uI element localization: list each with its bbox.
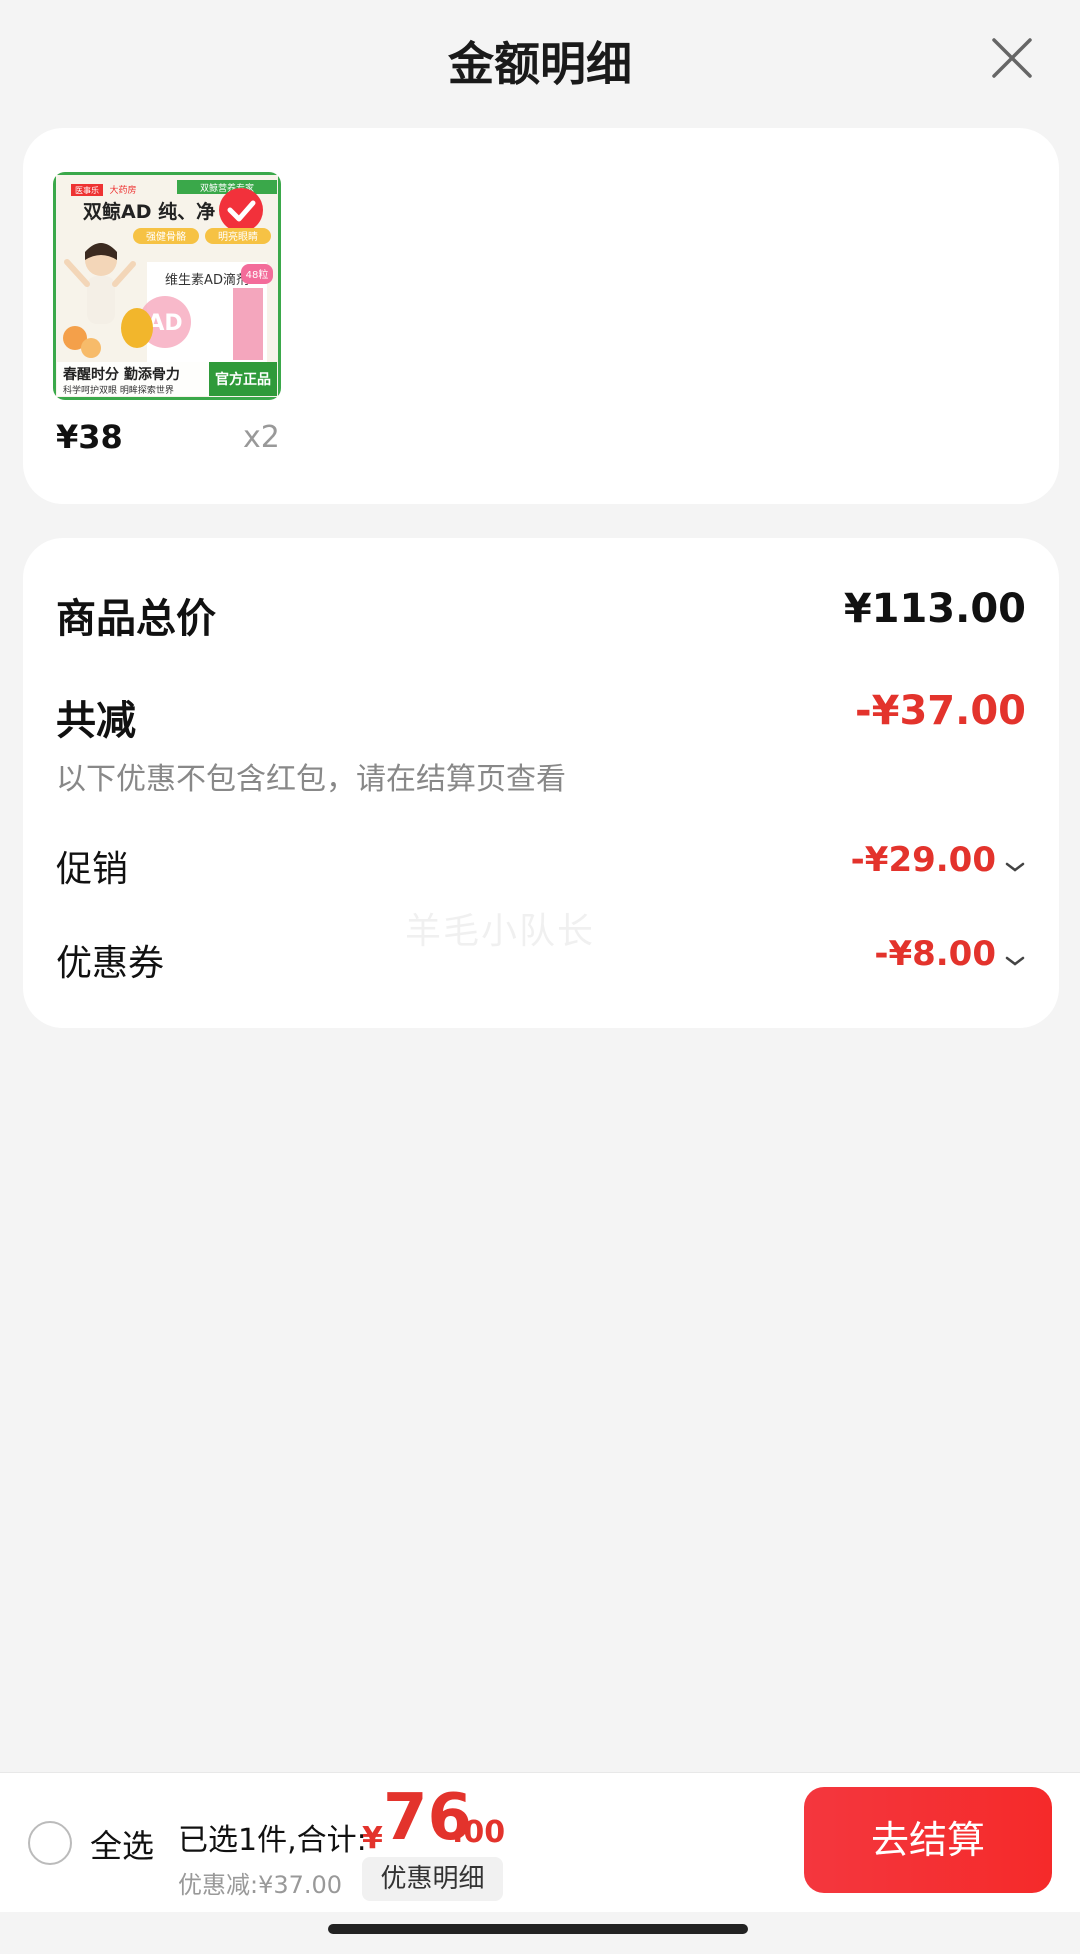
total-price-label: 商品总价 [56,596,216,642]
header: 金额明细 [0,0,1080,120]
checkout-button[interactable]: 去结算 [804,1787,1052,1893]
price-summary-card: 商品总价 ¥113.00 共减 -¥37.00 以下优惠不包含红包，请在结算页查… [23,538,1059,1028]
svg-text:强健骨骼: 强健骨骼 [146,230,186,243]
chevron-down-icon [1005,956,1025,966]
coupon-value-wrap[interactable]: -¥8.00 [874,934,1026,974]
home-indicator [328,1924,748,1934]
product-thumbnail[interactable]: 医事乐 大药房 双鲸营养专家 双鲸AD 纯、净 强健骨骼 明亮眼睛 维生素AD滴… [53,172,281,400]
selected-count-text: 已选1件,合计: [178,1823,367,1858]
total-reduction-label: 共减 [56,698,136,744]
product-image: 医事乐 大药房 双鲸营养专家 双鲸AD 纯、净 强健骨骼 明亮眼睛 维生素AD滴… [53,172,281,400]
total-price-row: 商品总价 ¥113.00 [56,586,1026,642]
select-all-radio[interactable] [28,1821,72,1865]
total-reduction-value: -¥37.00 [855,688,1026,734]
promotion-label: 促销 [56,849,129,890]
svg-text:AD: AD [147,311,182,336]
close-button[interactable] [988,34,1036,82]
total-price-value: ¥113.00 [843,586,1026,632]
close-icon [992,38,1032,78]
promotion-value: -¥29.00 [850,840,996,880]
coupon-value: -¥8.00 [874,934,996,974]
product-quantity: x2 [243,420,280,455]
svg-text:大药房: 大药房 [109,184,136,196]
discount-note: 以下优惠不包含红包，请在结算页查看 [56,762,566,797]
total-amount-decimal: .00 [452,1815,506,1850]
svg-text:春醒时分 勤添骨力: 春醒时分 勤添骨力 [62,366,180,383]
promotion-row[interactable]: 促销 -¥29.00 [56,840,1026,890]
svg-text:明亮眼睛: 明亮眼睛 [218,230,258,243]
total-currency: ¥ [362,1821,383,1856]
svg-text:科学呵护双眼 明眸探索世界: 科学呵护双眼 明眸探索世界 [63,384,174,396]
svg-text:双鲸AD 纯、净: 双鲸AD 纯、净 [83,200,215,223]
svg-text:医事乐: 医事乐 [75,185,99,195]
discount-note-row: 以下优惠不包含红包，请在结算页查看 [56,754,1026,797]
product-card: 医事乐 大药房 双鲸营养专家 双鲸AD 纯、净 强健骨骼 明亮眼睛 维生素AD滴… [23,128,1059,504]
product-price: ¥38 [56,418,123,456]
svg-text:维生素AD滴剂: 维生素AD滴剂 [165,272,249,288]
checkout-bar: 全选 已选1件,合计: ¥ 76 .00 优惠减:¥37.00 优惠明细 去结算 [0,1772,1080,1912]
discount-amount-text: 优惠减:¥37.00 [178,1871,343,1899]
watermark: 羊毛小队长 [405,911,596,952]
svg-text:官方正品: 官方正品 [215,371,271,388]
promotion-value-wrap[interactable]: -¥29.00 [851,840,1026,880]
svg-text:48粒: 48粒 [246,268,269,281]
select-all-label[interactable]: 全选 [90,1821,154,1867]
page-title: 金额明细 [448,37,632,91]
discount-detail-button[interactable]: 优惠明细 [362,1857,503,1901]
chevron-down-icon [1005,862,1025,872]
total-reduction-row: 共减 -¥37.00 [56,688,1026,744]
amount-detail-sheet: 金额明细 医事乐 大药房 双鲸营养专家 双鲸AD 纯、净 强健骨骼 明亮眼睛 维… [0,0,1080,1954]
coupon-label: 优惠券 [56,943,165,984]
